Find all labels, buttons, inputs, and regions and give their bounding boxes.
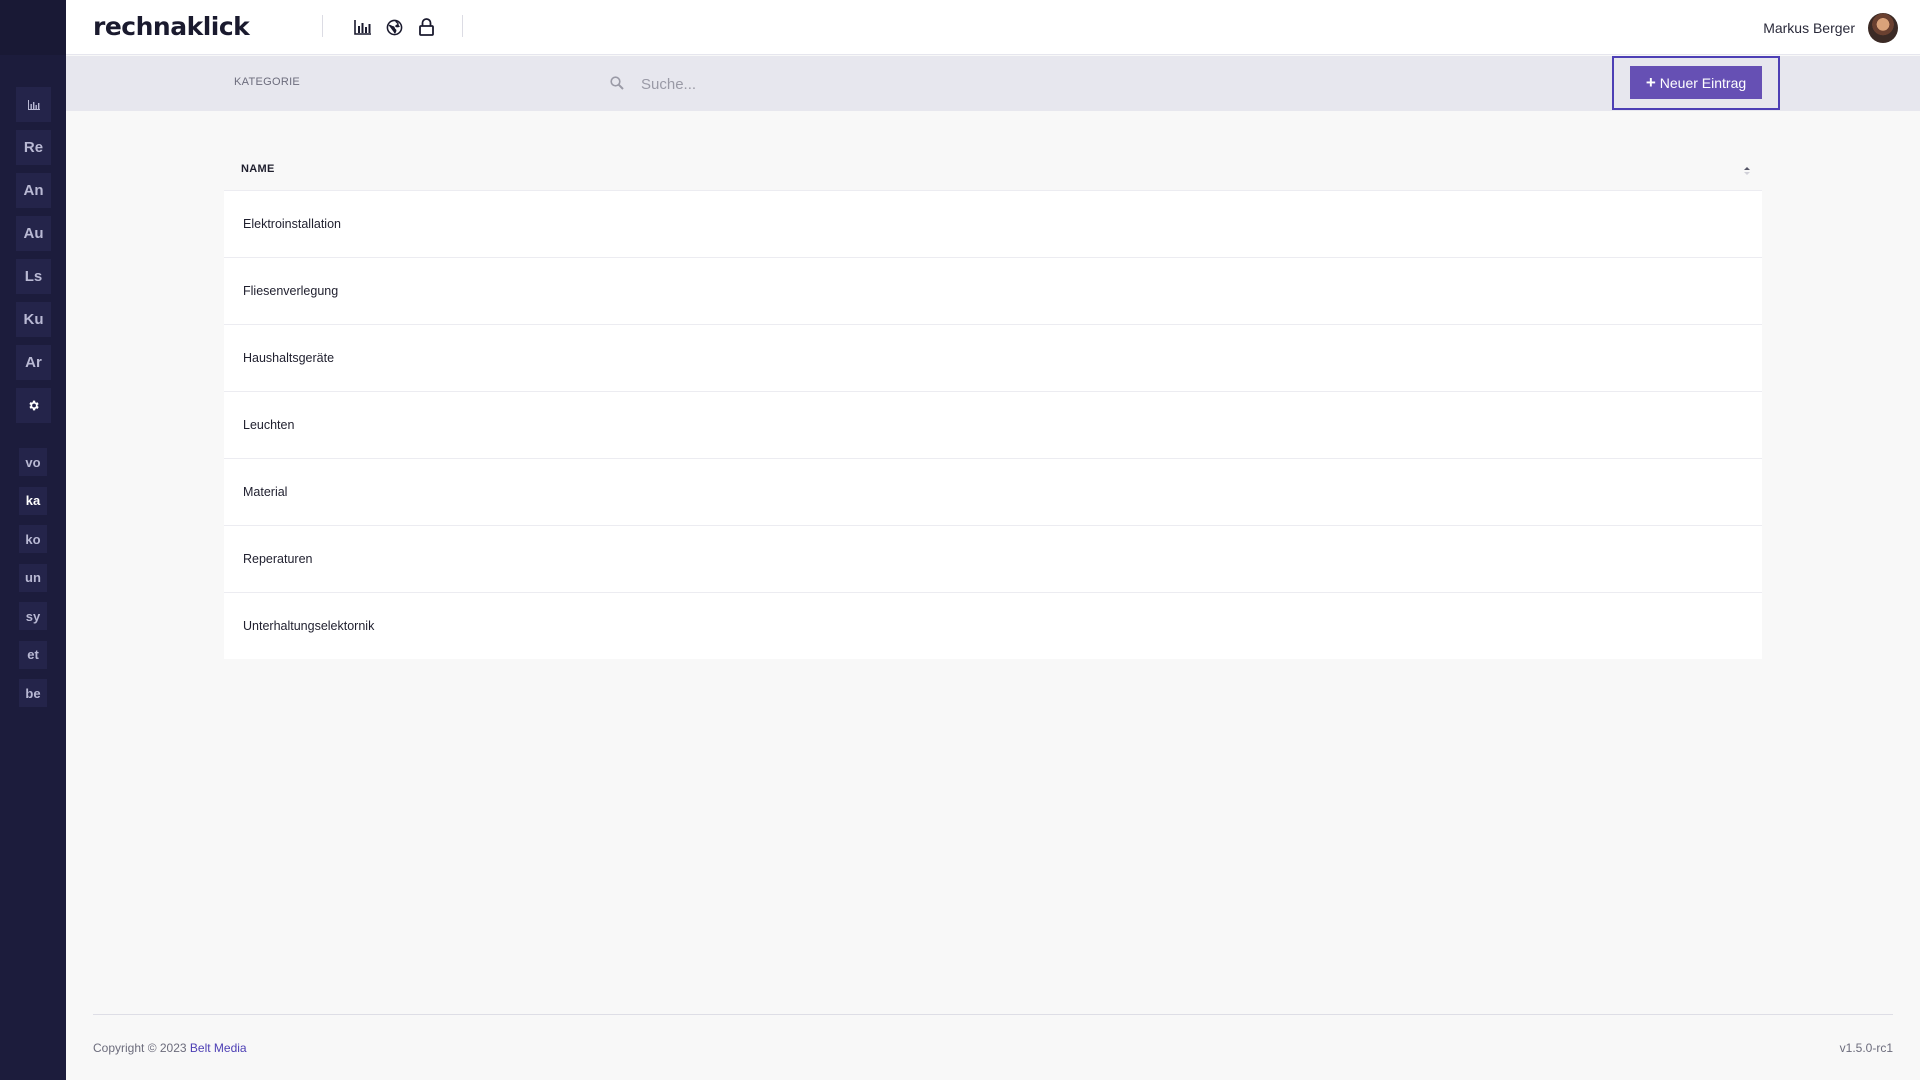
table-row[interactable]: Unterhaltungselektornik	[224, 592, 1762, 659]
avatar[interactable]	[1868, 13, 1898, 43]
table-row[interactable]: Fliesenverlegung	[224, 257, 1762, 324]
category-table: NAME Elektroinstallation Fliesenverlegun…	[224, 147, 1762, 659]
user-name[interactable]: Markus Berger	[1763, 20, 1855, 36]
header-divider	[322, 15, 323, 37]
sidebar-sub-item-vo[interactable]: vo	[19, 448, 47, 476]
row-name: Material	[243, 485, 288, 499]
sidebar-sub-item-sy[interactable]: sy	[19, 602, 47, 630]
table-row[interactable]: Material	[224, 458, 1762, 525]
column-header-name[interactable]: NAME	[241, 163, 275, 175]
app-logo[interactable]: rechnaklick	[93, 12, 250, 41]
top-header: rechnaklick Markus Berger	[66, 0, 1920, 55]
sidebar-sub-item-ka[interactable]: ka	[19, 486, 47, 515]
row-name: Reperaturen	[243, 552, 313, 566]
footer-divider	[93, 1014, 1893, 1015]
row-name: Haushaltsgeräte	[243, 351, 335, 365]
sidebar-sub-item-ko[interactable]: ko	[19, 525, 47, 553]
plus-icon: +	[1645, 73, 1656, 92]
app-version: v1.5.0-rc1	[1839, 1041, 1893, 1055]
new-entry-label: Neuer Eintrag	[1659, 74, 1747, 91]
table-row[interactable]: Haushaltsgeräte	[224, 324, 1762, 391]
copyright-text: Copyright © 2023	[93, 1041, 190, 1055]
table-row[interactable]: Leuchten	[224, 391, 1762, 458]
row-name: Unterhaltungselektornik	[243, 619, 375, 633]
sidebar-item-re[interactable]: Re	[16, 130, 51, 165]
search-input[interactable]	[641, 68, 1041, 100]
sidebar-main-group: Re An Au Ls Ku Ar	[16, 87, 51, 431]
table-header: NAME	[224, 147, 1762, 190]
sidebar-item-ku[interactable]: Ku	[16, 302, 51, 337]
sidebar-top	[0, 0, 66, 55]
toolbar: KATEGORIE + Neuer Eintrag	[66, 56, 1920, 111]
globe-icon[interactable]	[384, 17, 404, 37]
row-name: Fliesenverlegung	[243, 284, 339, 298]
sidebar-sub-item-be[interactable]: be	[19, 679, 47, 707]
sidebar-item-ls[interactable]: Ls	[16, 259, 51, 294]
new-entry-button[interactable]: + Neuer Eintrag	[1630, 66, 1762, 99]
page-title: KATEGORIE	[234, 76, 301, 88]
row-name: Leuchten	[243, 418, 295, 432]
sidebar-item-an[interactable]: An	[16, 173, 51, 208]
chart-icon[interactable]	[352, 17, 372, 37]
search-icon	[610, 76, 626, 92]
sidebar-item-dashboard[interactable]	[16, 87, 51, 122]
sidebar: Re An Au Ls Ku Ar vo ka ko un sy et be	[0, 0, 66, 1080]
sidebar-sub-item-un[interactable]: un	[19, 563, 47, 592]
sidebar-item-ar[interactable]: Ar	[16, 345, 51, 380]
company-link[interactable]: Belt Media	[190, 1041, 247, 1055]
sidebar-item-au[interactable]: Au	[16, 216, 51, 251]
header-divider	[462, 15, 463, 37]
gear-icon	[27, 399, 40, 412]
sidebar-sub-item-et[interactable]: et	[19, 640, 47, 669]
sort-icon[interactable]	[1744, 162, 1750, 175]
lock-icon[interactable]	[416, 17, 436, 37]
sidebar-item-settings[interactable]	[16, 388, 51, 423]
table-row[interactable]: Elektroinstallation	[224, 190, 1762, 257]
row-name: Elektroinstallation	[243, 217, 341, 231]
sidebar-sub-group: vo ka ko un sy et be	[19, 448, 47, 718]
table-row[interactable]: Reperaturen	[224, 525, 1762, 592]
chart-icon	[27, 99, 40, 110]
footer-copyright: Copyright © 2023 Belt Media	[93, 1041, 247, 1055]
